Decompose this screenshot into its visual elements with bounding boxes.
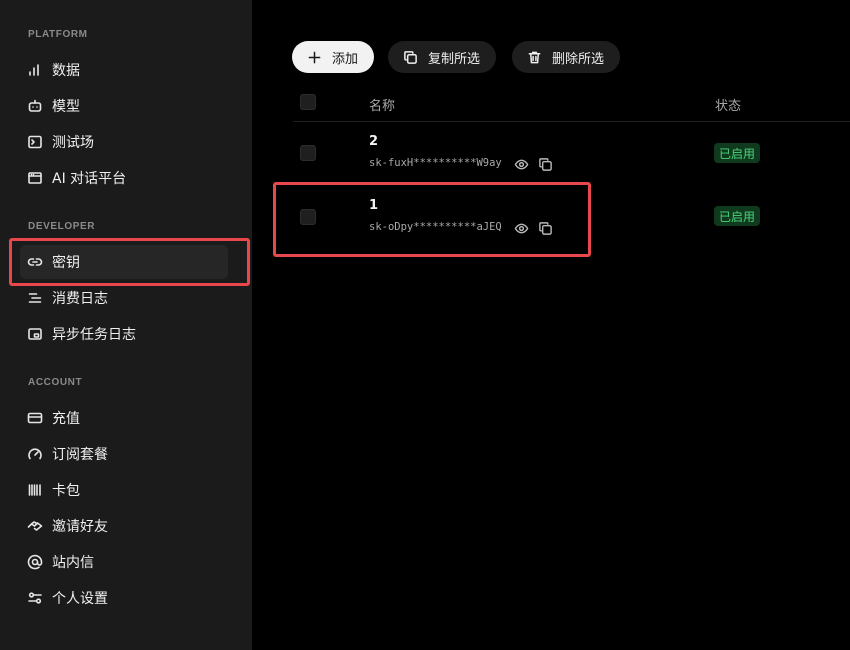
header-divider xyxy=(293,121,850,122)
sidebar-item-label: 消费日志 xyxy=(52,291,108,307)
eye-icon[interactable] xyxy=(513,156,529,172)
copy-icon[interactable] xyxy=(537,220,553,236)
column-header-status: 状态 xyxy=(715,99,742,114)
row-key-value: sk-fuxH**********W9ay xyxy=(369,157,502,169)
column-header-name: 名称 xyxy=(369,99,396,114)
task-window-icon xyxy=(26,325,44,343)
row-checkbox[interactable] xyxy=(300,145,316,161)
sidebar-item-label: 充值 xyxy=(52,411,80,427)
handshake-icon xyxy=(26,517,44,535)
bar-chart-icon xyxy=(26,61,44,79)
sidebar-item-label: 邀请好友 xyxy=(52,519,108,535)
delete-selected-button[interactable]: 删除所选 xyxy=(512,41,621,73)
sidebar-item-label: 模型 xyxy=(52,99,80,115)
list-icon xyxy=(26,289,44,307)
sidebar-item-label: 密钥 xyxy=(52,255,80,271)
sidebar-item-label: 站内信 xyxy=(52,555,94,571)
section-title-developer: DEVELOPER xyxy=(28,221,96,232)
sidebar-item-data[interactable]: 数据 xyxy=(20,53,228,87)
add-button-label: 添加 xyxy=(332,51,359,67)
window-icon xyxy=(26,169,44,187)
sidebar-item-label: 数据 xyxy=(52,63,80,79)
section-title-account: ACCOUNT xyxy=(28,377,83,388)
sidebar-item-label: 订阅套餐 xyxy=(52,447,108,463)
sidebar-item-subscription[interactable]: 订阅套餐 xyxy=(20,437,228,471)
status-badge: 已启用 xyxy=(714,206,761,226)
sidebar-item-label: 卡包 xyxy=(52,483,80,499)
eye-icon[interactable] xyxy=(513,220,529,236)
link-icon xyxy=(26,253,44,271)
sidebar-item-invite[interactable]: 邀请好友 xyxy=(20,509,228,543)
sidebar-item-inbox[interactable]: 站内信 xyxy=(20,545,228,579)
sidebar-item-label: 个人设置 xyxy=(52,591,108,607)
sidebar-item-label: 测试场 xyxy=(52,135,94,151)
row-checkbox[interactable] xyxy=(300,209,316,225)
copy-selected-label: 复制所选 xyxy=(428,51,481,67)
plus-icon xyxy=(306,49,322,65)
row-key-name: 2 xyxy=(369,134,379,149)
row-key-name: 1 xyxy=(369,198,379,213)
delete-selected-label: 删除所选 xyxy=(552,51,605,67)
sidebar-item-keys[interactable]: 密钥 xyxy=(20,245,228,279)
sidebar-item-settings[interactable]: 个人设置 xyxy=(20,581,228,615)
at-sign-icon xyxy=(26,553,44,571)
robot-icon xyxy=(26,97,44,115)
terminal-icon xyxy=(26,133,44,151)
copy-selected-button[interactable]: 复制所选 xyxy=(388,41,497,73)
sidebar-item-label: 异步任务日志 xyxy=(52,327,136,343)
gauge-icon xyxy=(26,445,44,463)
sliders-icon xyxy=(26,589,44,607)
add-button[interactable]: 添加 xyxy=(292,41,375,73)
sidebar: PLATFORM 数据 模型 测试场 AI 对话平台 DEVELOPER 密钥 xyxy=(0,0,252,650)
credit-card-icon xyxy=(26,409,44,427)
sidebar-item-async-log[interactable]: 异步任务日志 xyxy=(20,317,228,351)
section-title-platform: PLATFORM xyxy=(28,29,88,40)
barcode-icon xyxy=(26,481,44,499)
copy-icon[interactable] xyxy=(537,156,553,172)
select-all-checkbox[interactable] xyxy=(300,94,316,110)
sidebar-item-usage-log[interactable]: 消费日志 xyxy=(20,281,228,315)
row-key-value: sk-oDpy**********aJEQ xyxy=(369,221,502,233)
sidebar-item-playground[interactable]: 测试场 xyxy=(20,125,228,159)
sidebar-item-recharge[interactable]: 充值 xyxy=(20,401,228,435)
sidebar-item-ai-chat[interactable]: AI 对话平台 xyxy=(20,161,228,195)
status-badge: 已启用 xyxy=(714,143,761,163)
sidebar-item-label: AI 对话平台 xyxy=(52,171,127,187)
sidebar-item-cards[interactable]: 卡包 xyxy=(20,473,228,507)
sidebar-item-models[interactable]: 模型 xyxy=(20,89,228,123)
trash-icon xyxy=(526,49,542,65)
copy-icon xyxy=(402,49,418,65)
